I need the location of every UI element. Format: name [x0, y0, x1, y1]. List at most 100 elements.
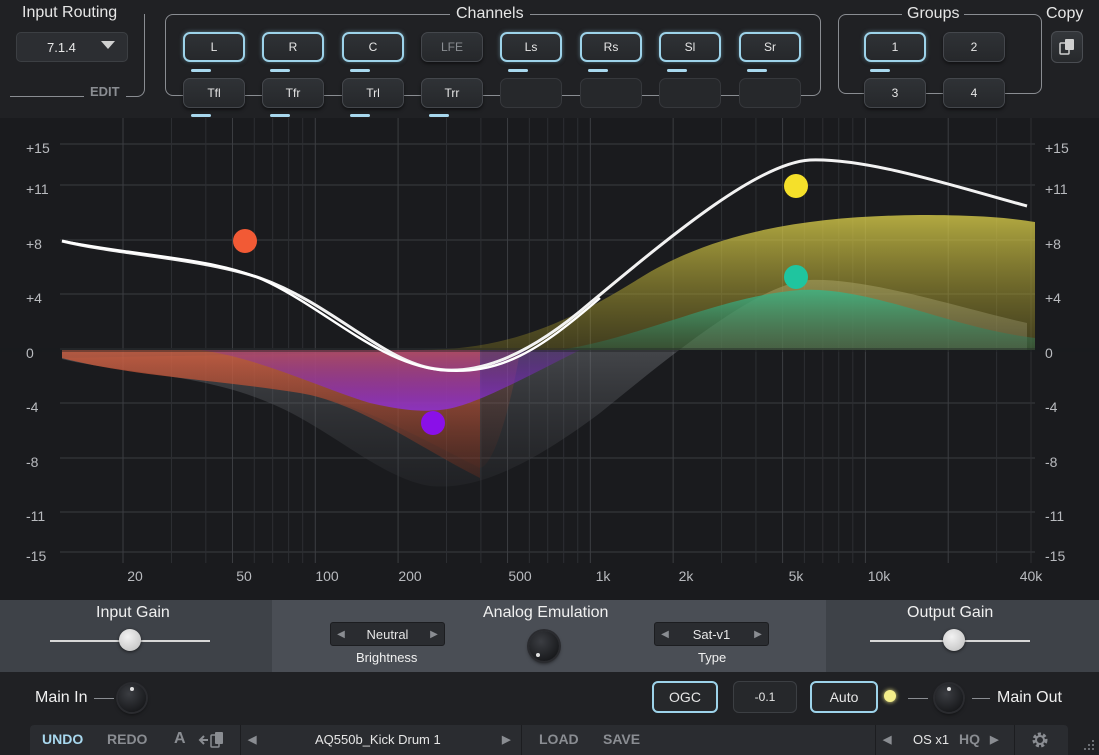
input-routing-dropdown[interactable]: 7.1.4: [16, 32, 128, 62]
group-4-button[interactable]: 4: [943, 78, 1005, 108]
divider: [94, 698, 114, 699]
output-gain-label: Output Gain: [907, 604, 994, 621]
channel-slot-empty: [659, 78, 721, 108]
input-gain-panel: Input Gain: [0, 600, 272, 672]
y-tick-label-right: 0: [1045, 345, 1053, 361]
channel-slot-empty: [500, 78, 562, 108]
group-1-indicator: [870, 69, 890, 72]
x-tick-label: 50: [236, 568, 252, 584]
analog-emulation-knob[interactable]: [529, 631, 559, 661]
channel-button-ls[interactable]: Ls: [500, 32, 562, 62]
analog-emulation-label: Analog Emulation: [483, 604, 609, 621]
input-routing-value: 7.1.4: [47, 40, 76, 55]
copy-icon: [1059, 39, 1074, 55]
channel-button-lfe[interactable]: LFE: [421, 32, 483, 62]
channel-button-trl[interactable]: Trl: [342, 78, 404, 108]
channel-indicator: [350, 114, 370, 117]
copy-ab-icon[interactable]: [198, 731, 226, 749]
eq-graph[interactable]: +15 +11 +8 +4 0 -4 -8 -11 -15 +15 +11 +8 +4 0 -4 -8 -11…: [0, 118, 1099, 600]
group-1-button[interactable]: 1: [864, 32, 926, 62]
save-button[interactable]: SAVE: [603, 731, 640, 747]
hq-toggle[interactable]: HQ: [959, 731, 980, 747]
channel-button-sr[interactable]: Sr: [739, 32, 801, 62]
edit-routing-button[interactable]: EDIT: [84, 84, 126, 99]
redo-button[interactable]: REDO: [107, 731, 147, 747]
chevron-right-icon[interactable]: ▶: [750, 623, 766, 645]
groups-title: Groups: [902, 5, 965, 23]
x-tick-label: 10k: [867, 568, 891, 584]
os-prev-icon[interactable]: ◀: [883, 733, 891, 746]
input-gain-label: Input Gain: [96, 604, 170, 621]
ab-compare-button[interactable]: A: [174, 730, 186, 748]
channel-button-rs[interactable]: Rs: [580, 32, 642, 62]
band-3-handle[interactable]: [784, 174, 808, 198]
channels-title: Channels: [450, 5, 530, 23]
auto-button[interactable]: Auto: [810, 681, 878, 713]
zero-line-shade: [0, 348, 1099, 352]
main-out-knob[interactable]: [935, 684, 963, 712]
divider: [908, 698, 928, 699]
x-tick-label: 500: [508, 568, 532, 584]
preset-toolbar: UNDO REDO A ◀ AQ550b_Kick Drum 1 ▶ LOAD …: [30, 725, 1068, 755]
channel-indicator: [747, 69, 767, 72]
output-gain-slider-knob[interactable]: [943, 629, 965, 651]
chevron-left-icon[interactable]: ◀: [657, 623, 673, 645]
x-tick-label: 1k: [595, 568, 611, 584]
y-tick-label: +4: [26, 290, 42, 306]
gear-icon[interactable]: [1030, 730, 1050, 750]
y-tick-label: +11: [26, 181, 49, 197]
channel-button-c[interactable]: C: [342, 32, 404, 62]
resize-handle-icon[interactable]: [1082, 738, 1096, 752]
preset-next-icon[interactable]: ▶: [502, 733, 510, 746]
group-2-button[interactable]: 2: [943, 32, 1005, 62]
brightness-selector[interactable]: ◀ Neutral ▶: [330, 622, 445, 646]
channel-button-tfl[interactable]: Tfl: [183, 78, 245, 108]
type-value: Sat-v1: [692, 626, 731, 642]
eq-curve-display[interactable]: [0, 118, 1099, 600]
top-panel: Input Routing 7.1.4 EDIT Channels L R C LFE…: [0, 0, 1099, 118]
band-4-handle[interactable]: [784, 265, 808, 289]
ogc-value-field[interactable]: -0.1: [733, 681, 797, 713]
group-3-button[interactable]: 3: [864, 78, 926, 108]
copy-button[interactable]: [1051, 31, 1083, 63]
y-tick-label: -8: [26, 454, 39, 470]
channel-slot-empty: [580, 78, 642, 108]
ogc-button[interactable]: OGC: [652, 681, 718, 713]
undo-button[interactable]: UNDO: [42, 731, 83, 747]
y-tick-label: -11: [26, 508, 46, 524]
chevron-down-icon: [101, 41, 115, 49]
channel-button-trr[interactable]: Trr: [421, 78, 483, 108]
channel-indicator: [429, 114, 449, 117]
y-tick-label-right: +15: [1045, 140, 1069, 156]
load-button[interactable]: LOAD: [539, 731, 579, 747]
y-tick-label-right: +4: [1045, 290, 1061, 306]
main-in-knob[interactable]: [118, 684, 146, 712]
preset-name[interactable]: AQ550b_Kick Drum 1: [315, 732, 441, 747]
brightness-value: Neutral: [366, 626, 409, 642]
chevron-left-icon[interactable]: ◀: [333, 623, 349, 645]
brightness-label: Brightness: [356, 650, 418, 665]
type-selector[interactable]: ◀ Sat-v1 ▶: [654, 622, 769, 646]
channel-button-r[interactable]: R: [262, 32, 324, 62]
y-tick-label-right: -8: [1045, 454, 1058, 470]
y-tick-label-right: -11: [1045, 508, 1065, 524]
channel-indicator: [588, 69, 608, 72]
band-2-handle[interactable]: [421, 411, 445, 435]
channel-button-tfr[interactable]: Tfr: [262, 78, 324, 108]
chevron-right-icon[interactable]: ▶: [426, 623, 442, 645]
y-tick-label-right: -15: [1045, 548, 1066, 564]
band-1-handle[interactable]: [233, 229, 257, 253]
os-next-icon[interactable]: ▶: [990, 733, 998, 746]
auto-led-indicator: [884, 690, 896, 702]
channel-slot-empty: [739, 78, 801, 108]
y-tick-label: -15: [26, 548, 47, 564]
channel-indicator: [350, 69, 370, 72]
copy-title: Copy: [1046, 5, 1084, 22]
input-gain-slider-knob[interactable]: [119, 629, 141, 651]
oversampling-value[interactable]: OS x1: [913, 732, 949, 747]
x-tick-label: 200: [398, 568, 422, 584]
channel-button-sl[interactable]: Sl: [659, 32, 721, 62]
y-tick-label: -4: [26, 399, 39, 415]
preset-prev-icon[interactable]: ◀: [248, 733, 256, 746]
channel-button-l[interactable]: L: [183, 32, 245, 62]
